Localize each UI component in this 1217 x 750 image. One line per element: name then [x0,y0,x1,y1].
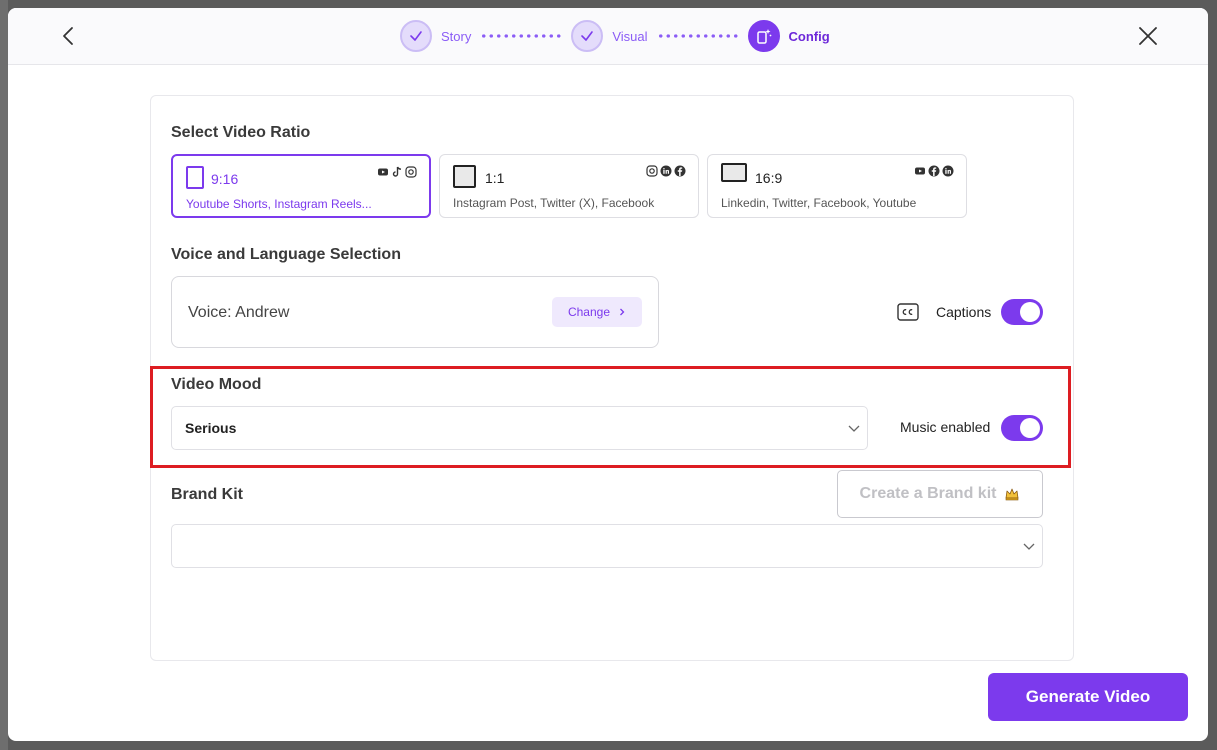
step-visual-indicator[interactable] [571,20,604,52]
video-mood-value: Serious [185,420,237,436]
magic-device-icon [756,29,771,44]
current-voice: Voice: Andrew [188,304,290,321]
modal-backdrop [0,0,8,750]
step-connector [480,34,563,38]
ratio-label: 16:9 [755,170,783,186]
instagram-icon [405,166,417,178]
change-voice-button[interactable]: Change [552,297,642,327]
platform-icons [914,165,954,177]
step-config-indicator[interactable] [747,20,780,52]
chevron-down-icon [1023,543,1035,550]
create-brand-kit-label: Create a Brand kit [859,485,997,502]
chevron-right-icon [620,308,625,316]
closed-captions-icon [897,303,919,321]
ratio-label: 1:1 [485,170,505,186]
toggle-knob [1020,418,1040,438]
youtube-icon [377,166,389,178]
video-config-modal: Story Visual Config Select Video Ratio 9… [8,8,1208,741]
ratio-description: Linkedin, Twitter, Facebook, Youtube [721,196,917,210]
platform-icons [646,165,686,177]
instagram-icon [646,165,658,177]
tiktok-icon [391,166,403,178]
step-story-indicator[interactable] [400,20,432,52]
brand-kit-title: Brand Kit [171,486,243,503]
close-button[interactable] [1136,24,1160,48]
step-connector [656,34,739,38]
ratio-label: 9:16 [211,171,239,187]
brand-kit-select[interactable] [171,524,1043,568]
linkedin-icon [942,165,954,177]
close-icon [1139,27,1157,45]
ratio-description: Instagram Post, Twitter (X), Facebook [453,196,655,210]
voice-language-title: Voice and Language Selection [171,246,401,263]
create-brand-kit-button[interactable]: Create a Brand kit [837,470,1043,518]
voice-selector: Voice: Andrew Change [171,276,659,348]
modal-header: Story Visual Config [8,8,1208,65]
landscape-ratio-icon [721,163,747,182]
check-icon [581,31,594,41]
platform-icons [377,166,417,178]
toggle-knob [1020,302,1040,322]
check-icon [410,31,422,41]
ratio-option-16-9[interactable]: 16:9 Linkedin, Twitter, Facebook, Youtub… [707,154,967,218]
step-story-label: Story [441,28,472,44]
facebook-icon [674,165,686,177]
chevron-down-icon [848,425,860,432]
back-button[interactable] [58,24,78,48]
music-toggle[interactable] [1001,415,1043,441]
ratio-option-1-1[interactable]: 1:1 Instagram Post, Twitter (X), Faceboo… [439,154,699,218]
music-enabled-label: Music enabled [900,419,991,435]
portrait-ratio-icon [186,166,204,189]
linkedin-icon [660,165,672,177]
ratio-option-9-16[interactable]: 9:16 Youtube Shorts, Instagram Reels... [171,154,431,218]
youtube-icon [914,165,926,177]
video-mood-title: Video Mood [171,376,262,393]
crown-icon [1006,488,1019,501]
captions-toggle[interactable] [1001,299,1043,325]
facebook-icon [928,165,940,177]
captions-label: Captions [936,304,992,320]
progress-stepper: Story Visual Config [400,19,830,53]
config-card: Select Video Ratio 9:16 Youtube Shorts, … [150,95,1074,661]
chevron-left-icon [63,27,73,45]
video-mood-select[interactable]: Serious [171,406,868,450]
step-config-label: Config [788,28,830,44]
video-ratio-title: Select Video Ratio [171,124,311,141]
step-visual-label: Visual [612,28,648,44]
change-button-label: Change [567,305,611,319]
ratio-description: Youtube Shorts, Instagram Reels... [186,197,372,211]
square-ratio-icon [453,165,476,188]
generate-video-button[interactable]: Generate Video [988,673,1188,721]
